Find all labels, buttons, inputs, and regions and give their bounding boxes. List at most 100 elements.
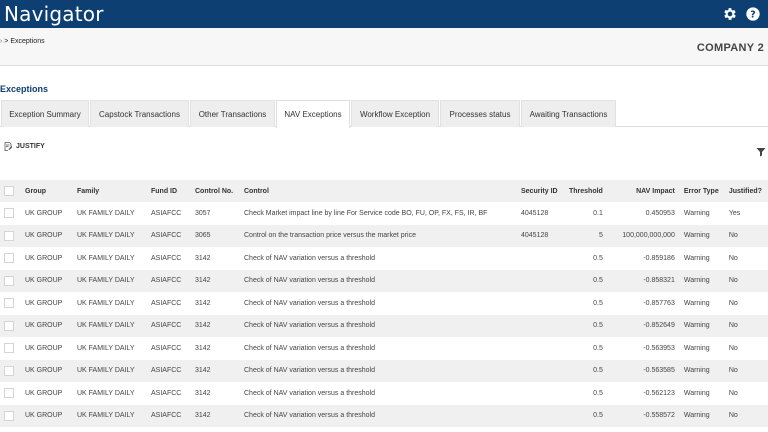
cell-error-type: Warning bbox=[683, 254, 710, 262]
gear-icon[interactable] bbox=[722, 6, 738, 22]
cell-error-type: Warning bbox=[683, 277, 710, 285]
row-checkbox[interactable] bbox=[4, 365, 14, 376]
justify-button[interactable]: JUSTIFY bbox=[4, 140, 45, 152]
nav-exceptions-table: Group Family Fund ID Control No. Control… bbox=[0, 180, 768, 427]
tab-exception-summary[interactable]: Exception Summary bbox=[1, 100, 89, 127]
cell-threshold: 0.5 bbox=[593, 367, 603, 375]
row-select-cell bbox=[0, 270, 22, 293]
cell-family: UK FAMILY DAILY bbox=[77, 412, 135, 420]
cell-family: UK FAMILY DAILY bbox=[77, 232, 135, 240]
cell-group: UK GROUP bbox=[25, 277, 63, 285]
cell-error-type: Warning bbox=[683, 322, 710, 330]
cell-justified: No bbox=[728, 367, 738, 375]
column-header-error-type[interactable]: Error Type bbox=[681, 180, 726, 202]
cell-group: UK GROUP bbox=[25, 209, 63, 217]
column-header-threshold[interactable]: Threshold bbox=[566, 180, 609, 202]
tab-processes-status[interactable]: Processes status bbox=[440, 100, 520, 127]
cell-justified: No bbox=[728, 299, 738, 307]
cell-control-no: 3142 bbox=[195, 412, 211, 420]
column-header-family[interactable]: Family bbox=[74, 180, 148, 202]
cell-nav-impact: -0.562123 bbox=[643, 389, 675, 397]
column-header-justified[interactable]: Justified? bbox=[726, 180, 768, 202]
cell-fund-id: ASIAFCC bbox=[151, 322, 182, 330]
row-select-cell bbox=[0, 225, 22, 248]
cell-nav-impact: -0.857763 bbox=[643, 299, 675, 307]
cell-nav-impact: -0.859186 bbox=[643, 254, 675, 262]
table-row[interactable]: UK GROUP UK FAMILY DAILY ASIAFCC 3142 Check … bbox=[0, 404, 768, 427]
row-select-cell bbox=[0, 292, 22, 315]
tab-workflow-exception[interactable]: Workflow Exception bbox=[351, 100, 439, 127]
cell-error-type: Warning bbox=[683, 299, 710, 307]
cell-threshold: 0.1 bbox=[593, 209, 603, 217]
breadcrumb-home[interactable]: › bbox=[0, 38, 2, 45]
tab-other-transactions[interactable]: Other Transactions bbox=[190, 100, 275, 127]
breadcrumb-separator: > bbox=[4, 38, 9, 45]
row-checkbox[interactable] bbox=[4, 230, 14, 241]
top-bar: Navigator ? bbox=[0, 0, 768, 28]
column-header-fund-id[interactable]: Fund ID bbox=[148, 180, 192, 202]
row-checkbox[interactable] bbox=[4, 320, 14, 331]
row-checkbox[interactable] bbox=[4, 410, 14, 421]
cell-control-no: 3142 bbox=[195, 254, 211, 262]
cell-fund-id: ASIAFCC bbox=[151, 232, 182, 240]
table-row[interactable]: UK GROUP UK FAMILY DAILY ASIAFCC 3142 Check … bbox=[0, 337, 768, 360]
cell-control-no: 3142 bbox=[195, 322, 211, 330]
filter-icon[interactable] bbox=[756, 147, 766, 157]
cell-threshold: 0.5 bbox=[593, 389, 603, 397]
row-checkbox[interactable] bbox=[4, 343, 14, 354]
column-header-group[interactable]: Group bbox=[22, 180, 74, 202]
cell-error-type: Warning bbox=[683, 232, 710, 240]
table-row[interactable]: UK GROUP UK FAMILY DAILY ASIAFCC 3142 Check … bbox=[0, 292, 768, 315]
cell-security-id bbox=[518, 270, 566, 293]
svg-text:?: ? bbox=[750, 9, 755, 20]
cell-threshold: 5 bbox=[598, 232, 603, 240]
breadcrumb: › > Exceptions bbox=[0, 38, 45, 45]
cell-fund-id: ASIAFCC bbox=[151, 344, 182, 352]
table-row[interactable]: UK GROUP UK FAMILY DAILY ASIAFCC 3142 Check … bbox=[0, 314, 768, 338]
row-checkbox[interactable] bbox=[4, 388, 14, 399]
select-all-cell bbox=[0, 180, 22, 202]
cell-fund-id: ASIAFCC bbox=[151, 254, 182, 262]
table-row[interactable]: UK GROUP UK FAMILY DAILY ASIAFCC 3065 Contro… bbox=[0, 224, 768, 248]
table-row[interactable]: UK GROUP UK FAMILY DAILY ASIAFCC 3057 Check … bbox=[0, 202, 768, 225]
column-header-security-id[interactable]: Security ID bbox=[518, 180, 566, 202]
column-header-control-no[interactable]: Control No. bbox=[192, 180, 241, 202]
cell-error-type: Warning bbox=[683, 367, 710, 375]
cell-threshold: 0.5 bbox=[593, 254, 603, 262]
cell-fund-id: ASIAFCC bbox=[151, 412, 182, 420]
cell-fund-id: ASIAFCC bbox=[151, 389, 182, 397]
justify-label: JUSTIFY bbox=[16, 142, 45, 150]
select-all-checkbox[interactable] bbox=[4, 186, 14, 196]
cell-control: Check of NAV variation versus a threshol… bbox=[244, 367, 375, 375]
cell-family: UK FAMILY DAILY bbox=[77, 299, 135, 307]
column-header-nav-impact[interactable]: NAV Impact bbox=[609, 180, 681, 202]
row-checkbox[interactable] bbox=[4, 298, 14, 309]
cell-security-id bbox=[518, 292, 566, 315]
cell-security-id bbox=[518, 360, 566, 383]
cell-control: Check of NAV variation versus a threshol… bbox=[244, 299, 375, 307]
table-row[interactable]: UK GROUP UK FAMILY DAILY ASIAFCC 3142 Check … bbox=[0, 269, 768, 293]
row-checkbox[interactable] bbox=[4, 253, 14, 264]
table-row[interactable]: UK GROUP UK FAMILY DAILY ASIAFCC 3142 Check … bbox=[0, 382, 768, 405]
cell-group: UK GROUP bbox=[25, 254, 63, 262]
breadcrumb-current: Exceptions bbox=[10, 38, 45, 45]
row-checkbox[interactable] bbox=[4, 208, 14, 219]
cell-threshold: 0.5 bbox=[593, 299, 603, 307]
tab-capstock-transactions[interactable]: Capstock Transactions bbox=[90, 100, 189, 127]
cell-family: UK FAMILY DAILY bbox=[77, 344, 135, 352]
cell-justified: No bbox=[728, 277, 738, 285]
cell-justified: No bbox=[728, 412, 738, 420]
tab-awaiting-transactions[interactable]: Awaiting Transactions bbox=[521, 100, 616, 127]
help-icon[interactable]: ? bbox=[745, 6, 761, 22]
cell-family: UK FAMILY DAILY bbox=[77, 277, 135, 285]
row-checkbox[interactable] bbox=[4, 275, 14, 286]
cell-security-id bbox=[518, 315, 566, 338]
cell-control: Check of NAV variation versus a threshol… bbox=[244, 254, 375, 262]
cell-error-type: Warning bbox=[683, 412, 710, 420]
tab-nav-exceptions[interactable]: NAV Exceptions bbox=[276, 100, 350, 128]
cell-justified: No bbox=[728, 232, 738, 240]
cell-justified: Yes bbox=[728, 209, 741, 217]
column-header-control[interactable]: Control bbox=[241, 180, 518, 202]
table-row[interactable]: UK GROUP UK FAMILY DAILY ASIAFCC 3142 Check … bbox=[0, 247, 768, 270]
table-row[interactable]: UK GROUP UK FAMILY DAILY ASIAFCC 3142 Check … bbox=[0, 359, 768, 383]
